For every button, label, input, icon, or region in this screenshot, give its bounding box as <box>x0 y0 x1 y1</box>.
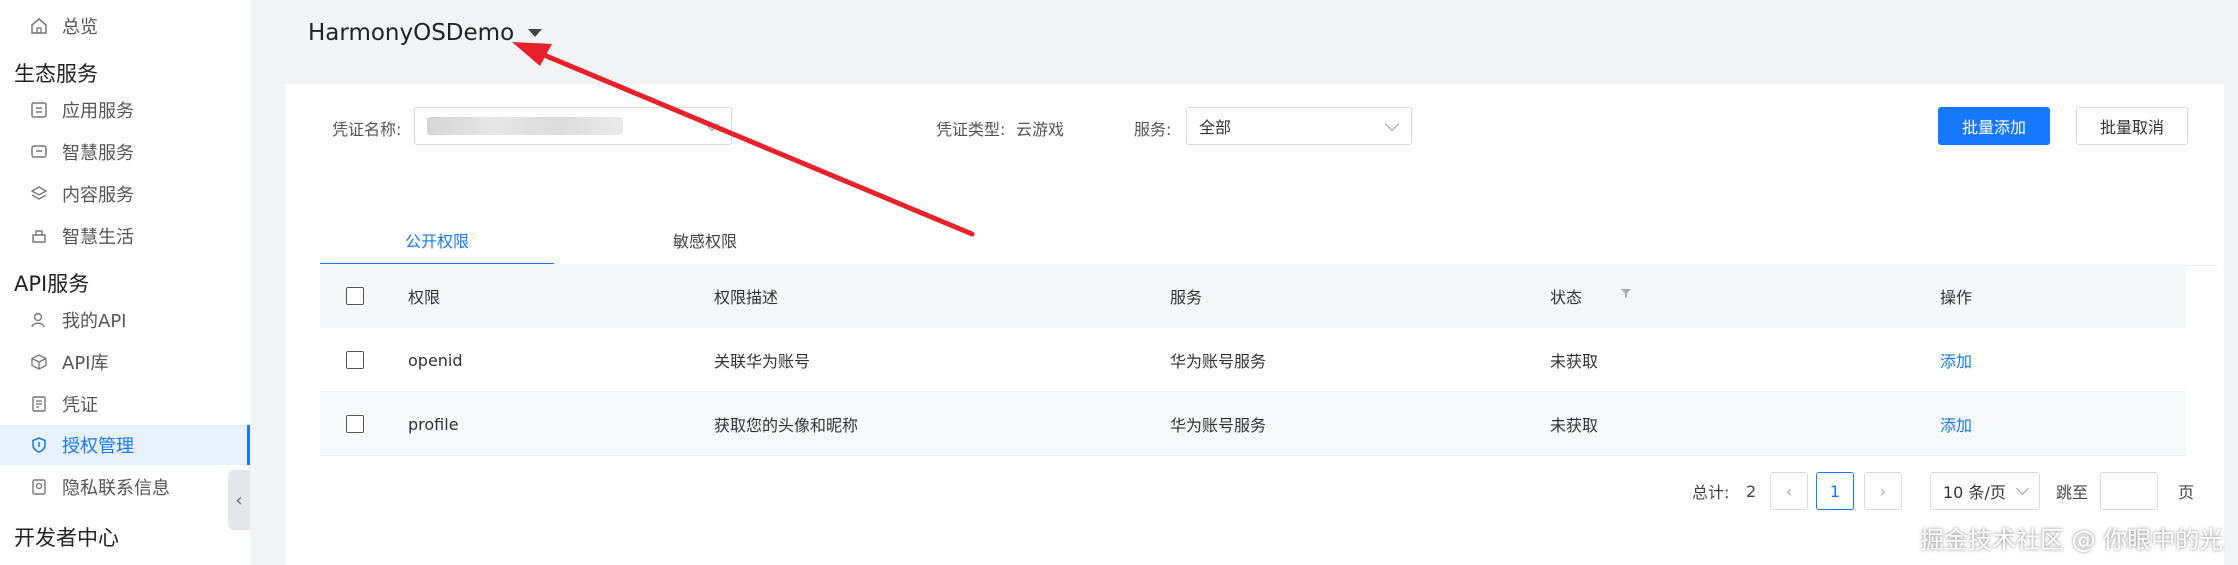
chevron-down-icon <box>1384 116 1400 132</box>
sidebar-item-label: 内容服务 <box>62 185 134 206</box>
user-icon <box>28 309 50 331</box>
chevron-left-icon: ‹ <box>1785 481 1793 501</box>
sidebar-item-smart-service[interactable]: 智慧服务 <box>0 132 250 172</box>
jump-label: 跳至 <box>2056 483 2089 502</box>
sidebar-item-overview[interactable]: 总览 <box>0 6 250 46</box>
table-row: profile 获取您的头像和昵称 华为账号服务 未获取 添加 <box>320 392 2186 456</box>
sidebar-item-api-library[interactable]: API库 <box>0 342 250 382</box>
page-suffix-label: 页 <box>2178 483 2195 502</box>
column-header-description: 权限描述 <box>714 288 779 307</box>
project-selector[interactable]: HarmonyOSDemo <box>308 20 543 46</box>
permission-status: 未获取 <box>1550 352 1599 371</box>
permission-service: 华为账号服务 <box>1170 352 1267 371</box>
select-all-checkbox[interactable] <box>346 287 364 305</box>
add-permission-link[interactable]: 添加 <box>1940 392 1972 456</box>
permission-name: openid <box>408 350 463 370</box>
tab-sensitive-permissions[interactable]: 敏感权限 <box>588 224 822 266</box>
row-checkbox[interactable] <box>346 351 364 369</box>
sidebar-item-label: 总览 <box>62 17 98 38</box>
filter-icon <box>1620 284 1632 303</box>
service-label: 服务: <box>1134 120 1172 139</box>
permission-status: 未获取 <box>1550 416 1599 435</box>
permission-description: 获取您的头像和昵称 <box>714 416 859 435</box>
nav-group-dev: 开发者中心 <box>14 526 119 550</box>
sidebar-item-label: 应用服务 <box>62 101 134 122</box>
select-all-checkbox-cell[interactable] <box>346 264 364 328</box>
content-service-icon <box>28 183 50 205</box>
sidebar-item-label: 隐私联系信息 <box>62 478 170 499</box>
table-header: 权限 权限描述 服务 状态 操作 <box>320 264 2186 328</box>
status-filter-button[interactable] <box>1620 264 1632 328</box>
column-header-permission: 权限 <box>408 288 441 307</box>
page-number-button[interactable]: 1 <box>1816 472 1854 510</box>
column-header-status: 状态 <box>1550 264 1582 328</box>
sidebar-collapse-button[interactable]: ‹ <box>228 470 250 530</box>
batch-add-button[interactable]: 批量添加 <box>1938 107 2050 145</box>
sidebar-item-label: 智慧生活 <box>62 227 134 248</box>
sidebar-item-content-service[interactable]: 内容服务 <box>0 174 250 214</box>
sidebar-item-label: 我的API <box>62 311 127 332</box>
sidebar-item-label: 智慧服务 <box>62 143 134 164</box>
credential-name-select[interactable] <box>414 107 732 145</box>
credential-name-label: 凭证名称: <box>332 120 402 139</box>
sidebar-item-my-api[interactable]: 我的API <box>0 300 250 340</box>
chevron-right-icon: › <box>1879 481 1887 501</box>
chevron-down-icon <box>2016 482 2029 495</box>
batch-cancel-button[interactable]: 批量取消 <box>2076 107 2188 145</box>
permission-name: profile <box>408 414 459 434</box>
cube-icon <box>28 351 50 373</box>
pagination-total: 2 <box>1746 481 1757 501</box>
smart-service-icon <box>28 141 50 163</box>
home-icon <box>28 15 50 37</box>
nav-group-api: API服务 <box>14 272 90 296</box>
smart-life-icon <box>28 225 50 247</box>
redacted-credential-name <box>427 117 623 135</box>
tab-public-permissions[interactable]: 公开权限 <box>320 224 554 266</box>
watermark: 掘金技术社区 @ 你眼中的光 <box>1920 526 2224 554</box>
caret-down-icon <box>528 29 543 37</box>
sidebar-item-smart-life[interactable]: 智慧生活 <box>0 216 250 256</box>
permissions-card: 凭证名称: 凭证类型: 云游戏 服务: 全部 批量添加 批量取消 公开权限 敏感… <box>286 84 2224 565</box>
credential-icon <box>28 393 50 415</box>
page-size-value: 10 条/页 <box>1943 483 2006 502</box>
shield-icon <box>28 434 50 456</box>
sidebar-item-app-service[interactable]: 应用服务 <box>0 90 250 130</box>
row-checkbox[interactable] <box>346 415 364 433</box>
permission-service: 华为账号服务 <box>1170 416 1267 435</box>
sidebar-item-privacy-contact[interactable]: 隐私联系信息 <box>0 467 250 507</box>
sidebar-item-label: API库 <box>62 353 109 374</box>
permission-tabs: 公开权限 敏感权限 <box>320 224 2218 266</box>
permission-description: 关联华为账号 <box>714 352 811 371</box>
sidebar-item-label: 授权管理 <box>62 436 134 457</box>
service-select-value: 全部 <box>1199 118 1232 137</box>
jump-page-input[interactable] <box>2100 472 2158 510</box>
credential-type-label: 凭证类型: <box>936 120 1006 139</box>
column-header-actions: 操作 <box>1940 288 1973 307</box>
pagination-total-label: 总计: <box>1692 483 1730 502</box>
column-header-service: 服务 <box>1170 288 1203 307</box>
column-header-status-label: 状态 <box>1550 288 1583 307</box>
sidebar-item-credential[interactable]: 凭证 <box>0 384 250 424</box>
sidebar-item-label: 凭证 <box>62 395 98 416</box>
prev-page-button[interactable]: ‹ <box>1770 472 1808 510</box>
add-permission-link[interactable]: 添加 <box>1940 328 1972 392</box>
chevron-down-icon <box>704 116 720 132</box>
nav-group-eco: 生态服务 <box>14 62 98 86</box>
chevron-left-icon: ‹ <box>235 489 243 511</box>
credential-type-value: 云游戏 <box>1016 120 1065 139</box>
page-size-select[interactable]: 10 条/页 <box>1930 472 2040 510</box>
service-select[interactable]: 全部 <box>1186 107 1412 145</box>
privacy-icon <box>28 476 50 498</box>
next-page-button[interactable]: › <box>1864 472 1902 510</box>
project-name: HarmonyOSDemo <box>308 20 515 46</box>
table-row: openid 关联华为账号 华为账号服务 未获取 添加 <box>320 328 2186 392</box>
app-service-icon <box>28 99 50 121</box>
sidebar-item-auth-management[interactable]: 授权管理 <box>0 425 250 465</box>
sidebar: 总览 生态服务 应用服务 智慧服务 内容服务 智慧生活 API服务 我的API <box>0 0 250 565</box>
